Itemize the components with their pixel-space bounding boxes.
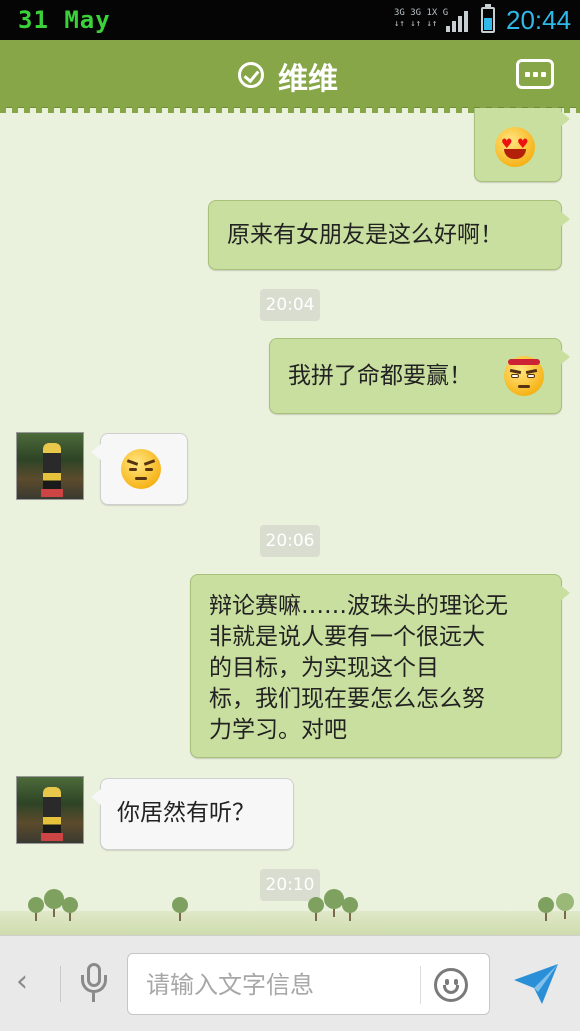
more-options-button[interactable]	[516, 59, 554, 89]
contact-name[interactable]: 维维	[278, 54, 338, 98]
chevron-left-icon[interactable]: ‹	[16, 964, 28, 999]
network-activity-label: ↓↑ ↓↑ ↓↑	[394, 19, 438, 29]
contact-avatar[interactable]	[16, 776, 84, 844]
smiley-icon[interactable]	[434, 968, 468, 1002]
tree-decoration	[556, 893, 574, 919]
message-timestamp: 20:06	[260, 525, 320, 557]
message-text: 你居然有听？	[117, 800, 255, 826]
message-list[interactable]: ♥ ♥ 原来有女朋友是这么好啊！ 20:04 我拼了命都要赢！ 20:06 辩论…	[0, 108, 580, 935]
status-bar: 31 May 3G 3G 1X G ↓↑ ↓↑ ↓↑ 20:44	[0, 0, 580, 40]
message-bubble-incoming[interactable]: 你居然有听？	[91, 778, 294, 850]
message-text-line: 辩论赛嘛……波珠头的理论无	[209, 593, 508, 619]
input-bar: ‹	[0, 935, 580, 1031]
signal-icon	[446, 10, 470, 32]
network-type-label: 3G 3G 1X G	[394, 8, 449, 18]
tree-decoration	[28, 897, 44, 921]
message-input[interactable]	[146, 966, 418, 1004]
message-bubble-outgoing[interactable]: 辩论赛嘛……波珠头的理论无 非就是说人要有一个很远大 的目标，为实现这个目 标，…	[190, 574, 570, 758]
tree-decoration	[342, 897, 358, 921]
battery-icon	[481, 4, 495, 33]
message-bubble-outgoing[interactable]: ♥ ♥	[474, 108, 570, 182]
contact-avatar[interactable]	[16, 432, 84, 500]
divider	[420, 966, 421, 1004]
send-icon[interactable]	[512, 962, 560, 1006]
check-circle-icon	[238, 62, 264, 88]
message-bubble-outgoing[interactable]: 我拼了命都要赢！	[269, 338, 570, 414]
sulking-emoji-icon	[121, 449, 161, 489]
message-text-line: 力学习。对吧	[209, 717, 347, 743]
message-text-line: 非就是说人要有一个很远大	[209, 624, 485, 650]
message-bubble-outgoing[interactable]: 原来有女朋友是这么好啊！	[208, 200, 570, 270]
status-time: 20:44	[506, 5, 572, 35]
message-text: 原来有女朋友是这么好啊！	[227, 222, 503, 248]
determined-headband-emoji-icon	[504, 356, 544, 396]
tree-decoration	[44, 889, 64, 917]
microphone-icon[interactable]	[80, 963, 108, 1003]
message-input-container[interactable]	[127, 953, 490, 1015]
heart-eyes-emoji-icon: ♥ ♥	[495, 127, 535, 167]
tree-decoration	[308, 897, 324, 921]
divider	[60, 966, 61, 1002]
tree-decoration	[62, 897, 78, 921]
tree-decoration	[172, 897, 188, 921]
tree-decoration	[324, 889, 344, 917]
network-indicator: 3G 3G 1X G ↓↑ ↓↑ ↓↑	[394, 8, 448, 30]
message-text-line: 的目标，为实现这个目	[209, 655, 439, 681]
landscape-decoration	[0, 911, 580, 935]
message-text-line: 标，我们现在要怎么怎么努	[209, 686, 485, 712]
chat-header: 维维	[0, 40, 580, 113]
message-bubble-incoming[interactable]	[91, 433, 188, 505]
status-date: 31 May	[18, 6, 111, 34]
message-timestamp: 20:04	[260, 289, 320, 321]
tree-decoration	[538, 897, 554, 921]
